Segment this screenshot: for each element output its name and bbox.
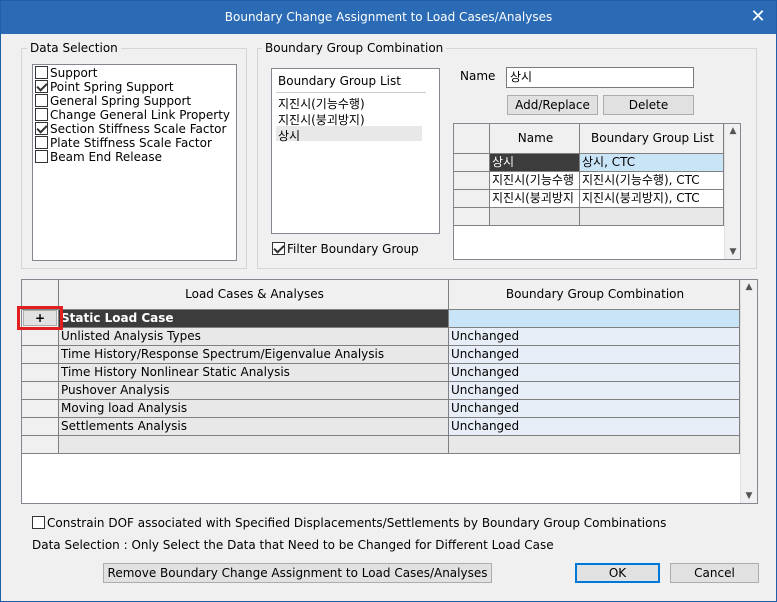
list-item[interactable]: 지진시(기능수행) [278,95,365,112]
boundary-group-list: Boundary Group List 지진시(기능수행) 지진시(붕괴방지) … [271,68,440,234]
data-selection-item-general-spring[interactable]: General Spring Support [35,94,191,108]
checkbox[interactable] [35,66,48,79]
table-cell[interactable]: Unchanged [449,418,740,436]
table-cell-empty[interactable] [580,208,724,226]
scroll-up-icon[interactable]: ▲ [741,282,757,292]
scroll-up-icon[interactable]: ▲ [725,126,740,136]
table-cell[interactable]: 지진시(기능수행 [490,172,580,190]
remove-assignment-button[interactable]: Remove Boundary Change Assignment to Loa… [103,563,492,583]
table-cell[interactable]: Moving load Analysis [59,400,449,418]
checkbox[interactable] [35,108,48,121]
table-cell-selected[interactable]: 상시 [490,154,580,172]
delete-button[interactable]: Delete [603,95,694,115]
row-header[interactable] [454,154,490,172]
scroll-down-icon[interactable]: ▼ [741,491,757,501]
checkbox-checked[interactable] [272,242,285,255]
constrain-dof-checkbox[interactable]: Constrain DOF associated with Specified … [32,516,666,530]
data-selection-item-beam-end[interactable]: Beam End Release [35,150,162,164]
table-cell[interactable]: Unchanged [449,346,740,364]
load-cases-table: Load Cases & Analyses Boundary Group Com… [21,279,758,504]
row-header[interactable] [22,436,59,454]
title-bar[interactable]: Boundary Change Assignment to Load Cases… [1,1,776,34]
table-cell[interactable]: Unchanged [449,364,740,382]
ok-button[interactable]: OK [575,563,660,583]
table-cell[interactable]: 지진시(붕괴방지), CTC [580,190,724,208]
checkbox[interactable] [35,94,48,107]
bgc-table: Name Boundary Group List 상시 상시, CTC 지진시(… [453,123,741,260]
corner-cell [454,124,490,154]
row-header[interactable] [22,382,59,400]
load-cases-table-scrollbar[interactable]: ▲ ▼ [740,280,757,503]
cancel-button[interactable]: Cancel [670,563,759,583]
table-cell[interactable]: Settlements Analysis [59,418,449,436]
name-input[interactable]: 상시 [506,67,694,88]
table-row-static-load-case[interactable]: Static Load Case [59,310,449,328]
data-selection-item-general-link[interactable]: Change General Link Property [35,108,230,122]
checkbox[interactable] [35,150,48,163]
row-header[interactable] [22,400,59,418]
column-header-boundary-group-list[interactable]: Boundary Group List [580,124,724,154]
data-selection-list: Support Point Spring Support General Spr… [32,64,237,261]
table-cell[interactable]: Unchanged [449,400,740,418]
filter-boundary-group[interactable]: Filter Boundary Group [272,242,419,256]
table-cell-selected[interactable] [449,310,740,328]
table-cell[interactable]: 상시, CTC [580,154,724,172]
data-selection-item-point-spring[interactable]: Point Spring Support [35,80,174,94]
data-selection-item-support[interactable]: Support [35,66,97,80]
table-cell[interactable]: Pushover Analysis [59,382,449,400]
boundary-group-list-title: Boundary Group List [278,74,401,88]
data-selection-label: Data Selection [27,41,121,55]
checkbox[interactable] [35,136,48,149]
table-cell[interactable]: Time History Nonlinear Static Analysis [59,364,449,382]
checkbox-checked[interactable] [35,122,48,135]
table-cell[interactable]: Unchanged [449,382,740,400]
checkbox[interactable] [32,516,45,529]
bgc-table-scrollbar[interactable]: ▲ ▼ [724,124,740,259]
column-header-name[interactable]: Name [490,124,580,154]
add-replace-button[interactable]: Add/Replace [507,95,598,115]
row-header[interactable] [22,364,59,382]
row-header[interactable] [22,346,59,364]
row-header[interactable] [454,190,490,208]
row-header[interactable] [22,418,59,436]
column-header-load-cases[interactable]: Load Cases & Analyses [59,280,449,310]
row-header[interactable] [454,172,490,190]
table-cell-empty[interactable] [449,436,740,454]
name-label: Name [460,69,496,83]
table-cell-empty[interactable] [59,436,449,454]
window-title: Boundary Change Assignment to Load Cases… [224,10,553,24]
scroll-down-icon[interactable]: ▼ [725,247,740,257]
close-icon[interactable]: ✕ [748,7,768,27]
column-header-bgc[interactable]: Boundary Group Combination [449,280,740,310]
table-cell[interactable]: 지진시(기능수행), CTC [580,172,724,190]
info-text: Data Selection : Only Select the Data th… [32,538,554,552]
table-cell[interactable]: Unlisted Analysis Types [59,328,449,346]
data-selection-item-plate-stiffness[interactable]: Plate Stiffness Scale Factor [35,136,212,150]
checkbox-checked[interactable] [35,80,48,93]
data-selection-item-section-stiffness[interactable]: Section Stiffness Scale Factor [35,122,226,136]
expand-button[interactable]: + [23,310,57,326]
table-cell[interactable]: 지진시(붕괴방지 [490,190,580,208]
table-cell[interactable]: Unchanged [449,328,740,346]
row-header[interactable] [22,328,59,346]
dialog-window: Boundary Change Assignment to Load Cases… [0,0,777,602]
table-cell-empty[interactable] [490,208,580,226]
list-item[interactable]: 상시 [278,127,300,144]
row-header[interactable] [454,208,490,226]
list-divider [276,92,426,93]
bgc-label: Boundary Group Combination [262,41,447,55]
table-cell[interactable]: Time History/Response Spectrum/Eigenvalu… [59,346,449,364]
